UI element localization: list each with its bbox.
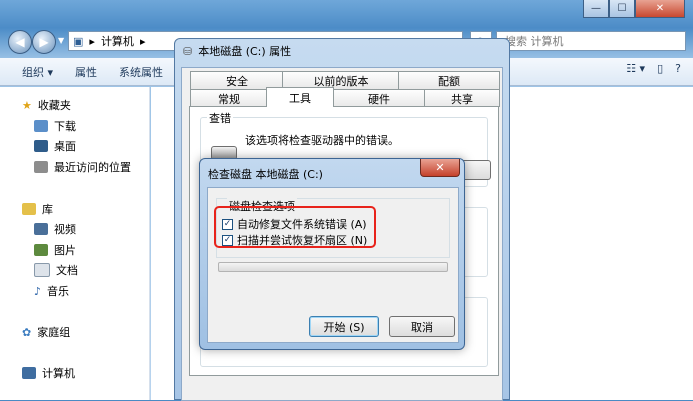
cancel-button[interactable]: 取消 [389,316,455,337]
arrow-left-icon: ◀ [15,35,25,49]
check-disk-title: 检查磁盘 本地磁盘 (C:) [208,168,323,181]
start-button[interactable]: 开始 (S) [309,316,379,337]
computer-icon: ▣ [73,34,84,48]
arrow-right-icon: ▶ [39,35,49,49]
close-icon: ✕ [435,161,445,174]
nav-favorites-label: 收藏夹 [37,99,71,112]
breadcrumb-separator-icon: ▸ [139,34,146,48]
recent-places-icon [34,161,48,173]
video-icon [34,223,48,235]
tab-sharing[interactable]: 共享 [424,89,500,107]
nav-item-label: 视频 [54,223,76,236]
window-controls: — ☐ ✕ [583,0,685,18]
nav-item-music[interactable]: ♪ 音乐 [34,283,69,299]
properties-title-text: 本地磁盘 (C:) 属性 [198,45,292,58]
nav-item-videos[interactable]: 视频 [34,221,76,237]
organize-menu[interactable]: 组织 ▾ [22,64,53,80]
breadcrumb-computer[interactable]: 计算机 [101,33,134,49]
properties-button[interactable]: 属性 [75,64,97,80]
preview-pane-button[interactable]: ▯ [657,62,663,75]
change-view-button[interactable]: ☷ ▾ [626,62,645,75]
nav-favorites[interactable]: ★ 收藏夹 [22,97,71,113]
error-check-label: 查错 [207,110,233,126]
system-properties-button[interactable]: 系统属性 [119,64,163,80]
close-button[interactable]: ✕ [635,0,685,18]
computer-icon [22,367,36,379]
highlight-box [214,206,376,248]
star-icon: ★ [22,98,32,112]
desktop-icon [34,140,48,152]
nav-item-label: 桌面 [54,140,76,153]
nav-item-label: 图片 [54,244,76,257]
tab-hardware[interactable]: 硬件 [332,89,426,107]
tab-tools[interactable]: 工具 [266,87,334,107]
nav-computer[interactable]: 计算机 [22,365,75,381]
breadcrumb-separator-icon: ▸ [89,34,95,48]
library-icon [22,203,36,215]
check-disk-dialog: 检查磁盘 本地磁盘 (C:) ✕ 磁盘检查选项 ✓ 自动修复文件系统错误 (A)… [199,158,465,350]
nav-item-recent-places[interactable]: 最近访问的位置 [34,159,131,175]
progress-bar [218,262,448,272]
homegroup-icon: ✿ [22,325,32,339]
back-button[interactable]: ◀ [8,30,32,54]
nav-libraries[interactable]: 库 [22,201,53,217]
music-icon: ♪ [34,284,42,298]
nav-item-documents[interactable]: 文档 [34,262,78,278]
picture-icon [34,244,48,256]
nav-item-label: 下载 [54,120,76,133]
nav-item-downloads[interactable]: 下载 [34,118,76,134]
view-controls: ☷ ▾ ▯ ? [626,62,681,75]
nav-computer-label: 计算机 [42,367,75,380]
tab-quota[interactable]: 配额 [398,71,500,89]
nav-homegroup-label: 家庭组 [37,326,71,339]
nav-item-label: 文档 [56,264,78,277]
navigation-pane: ★ 收藏夹 下载 桌面 最近访问的位置 库 视频 图片 文档 ♪ 音乐 ✿ 家庭… [0,87,150,400]
document-icon [34,263,50,277]
nav-homegroup[interactable]: ✿ 家庭组 [22,324,70,340]
dialog-close-button[interactable]: ✕ [420,159,460,177]
nav-item-label: 音乐 [47,285,70,298]
nav-item-desktop[interactable]: 桌面 [34,138,76,154]
maximize-button[interactable]: ☐ [609,0,635,18]
search-input[interactable]: 搜索 计算机 [496,31,686,51]
drive-icon: ⛁ [183,44,193,58]
recent-pages-dropdown[interactable]: ▼ [58,36,64,45]
properties-title: ⛁ 本地磁盘 (C:) 属性 [183,43,291,59]
nav-item-label: 最近访问的位置 [54,161,131,174]
error-check-description: 该选项将检查驱动器中的错误。 [245,134,399,147]
help-button[interactable]: ? [675,62,681,75]
nav-item-pictures[interactable]: 图片 [34,242,76,258]
search-placeholder: 搜索 计算机 [505,35,564,48]
nav-libraries-label: 库 [42,203,53,216]
forward-button[interactable]: ▶ [32,30,56,54]
minimize-button[interactable]: — [583,0,609,18]
tab-general[interactable]: 常规 [190,89,268,107]
download-folder-icon [34,120,48,132]
